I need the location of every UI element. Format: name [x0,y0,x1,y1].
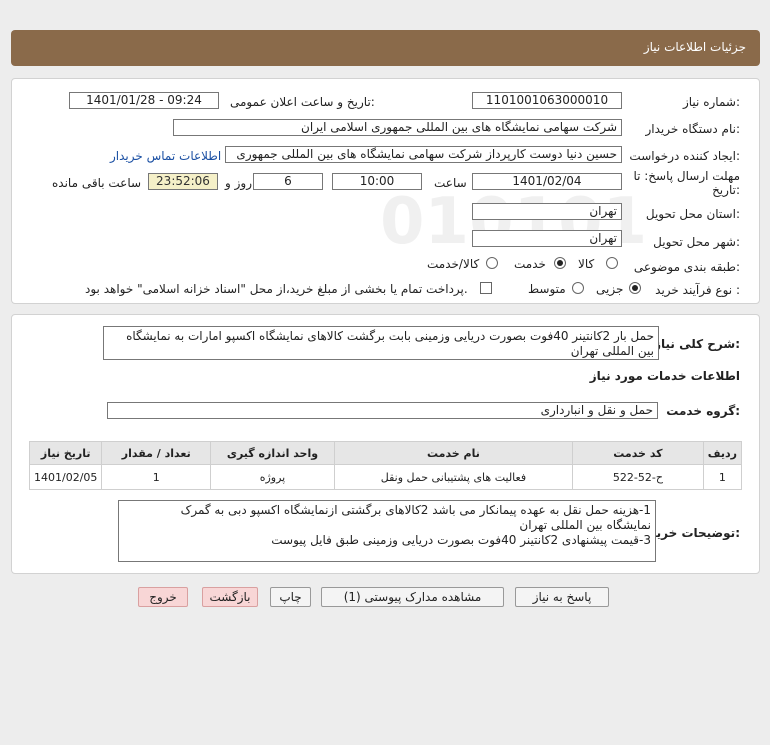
services-title: اطلاعات خدمات مورد نیاز [589,369,740,383]
col-name: نام خدمت [333,441,574,465]
days-field: 6 [253,173,323,190]
process-option-medium: متوسط [528,282,566,296]
buyer-label: نام دستگاه خریدار: [645,122,741,136]
col-row: ردیف [702,441,743,465]
services-table: ردیف کد خدمت نام خدمت واحد اندازه گیری ت… [28,441,743,490]
col-unit: واحد اندازه گیری [210,441,335,465]
deadline-time-field: 10:00 [332,173,422,190]
deadline-time-label: ساعت [434,176,467,190]
back-button[interactable]: بازگشت [202,587,258,607]
buyer-notes-field: 1-هزینه حمل نقل به عهده پیمانکار می باشد… [118,500,656,562]
need-number-label: شماره نیاز: [682,95,740,109]
announce-label: تاریخ و ساعت اعلان عمومی: [230,95,375,109]
city-field: تهران [472,230,622,247]
summary-label: شرح کلی نیاز: [654,337,740,351]
print-button[interactable]: چاپ [270,587,311,607]
need-number-field: 1101001063000010 [472,92,622,109]
summary-text: حمل بار 2کانتینر 40فوت بصورت دریایی وزمی… [126,329,654,358]
city-label: شهر محل تحویل: [653,235,740,249]
table-header-row: ردیف کد خدمت نام خدمت واحد اندازه گیری ت… [28,441,743,465]
process-radio-medium[interactable] [572,282,584,294]
remaining-time-field: 23:52:06 [148,173,218,190]
category-option-goods: کالا [578,257,595,271]
payment-note: پرداخت تمام یا بخشی از مبلغ خرید،از محل … [85,282,468,296]
cell-name: فعالیت های پشتیبانی حمل ونقل [333,464,574,490]
remaining-label: ساعت باقی مانده [52,176,142,190]
col-code: کد خدمت [572,441,704,465]
deadline-label: مهلت ارسال پاسخ: تا [633,169,740,183]
buyer-notes-line-2: نمایشگاه بین المللی تهران [519,518,651,532]
province-field: تهران [472,203,622,220]
category-radio-service[interactable] [554,257,566,269]
service-group-field: حمل و نقل و انبارداری [107,402,658,419]
deadline-label-date: تاریخ: [712,183,740,197]
cell-row: 1 [702,464,743,490]
cell-code: ح-52-522 [572,464,704,490]
creator-label: ایجاد کننده درخواست: [629,149,740,163]
view-attachments-button[interactable]: مشاهده مدارک پیوستی (1) [321,587,504,607]
process-label: نوع فرآیند خرید : [655,283,740,297]
col-date: تاریخ نیاز [28,441,103,465]
deadline-date-field: 1401/02/04 [472,173,622,190]
process-radio-minor[interactable] [629,282,641,294]
creator-field: حسین دنیا دوست کارپرداز شرکت سهامی نمایش… [225,146,622,163]
days-label: روز و [225,176,252,190]
buyer-notes-line-3: 3-قیمت پیشنهادی 2کانتینر 40فوت بصورت دری… [271,533,651,547]
table-row: 1 ح-52-522 فعالیت های پشتیبانی حمل ونقل … [28,464,743,490]
contact-buyer-link[interactable]: اطلاعات تماس خریدار [110,149,221,163]
exit-button[interactable]: خروج [138,587,188,607]
process-option-minor: جزیی [596,282,624,296]
cell-unit: پروژه [210,464,335,490]
summary-field: حمل بار 2کانتینر 40فوت بصورت دریایی وزمی… [103,326,659,360]
cell-date: 1401/02/05 [28,464,103,490]
col-qty: تعداد / مقدار [101,441,212,465]
category-option-service: خدمت [514,257,546,271]
category-radio-goods[interactable] [606,257,618,269]
cell-qty: 1 [101,464,212,490]
page-header: جزئیات اطلاعات نیاز [11,30,760,66]
reply-button[interactable]: پاسخ به نیاز [515,587,609,607]
category-option-goods-service: کالا/خدمت [427,257,480,271]
province-label: استان محل تحویل: [645,207,740,221]
category-label: طبقه بندی موضوعی: [633,260,740,274]
buyer-field: شرکت سهامی نمایشگاه های بین المللی جمهور… [173,119,622,136]
service-group-label: گروه خدمت: [666,404,740,418]
page-title: جزئیات اطلاعات نیاز [643,40,746,54]
announce-field: 1401/01/28 - 09:24 [69,92,219,109]
category-radio-goods-service[interactable] [486,257,498,269]
buyer-notes-line-1: 1-هزینه حمل نقل به عهده پیمانکار می باشد… [180,503,651,517]
treasury-payment-checkbox[interactable] [480,282,492,294]
